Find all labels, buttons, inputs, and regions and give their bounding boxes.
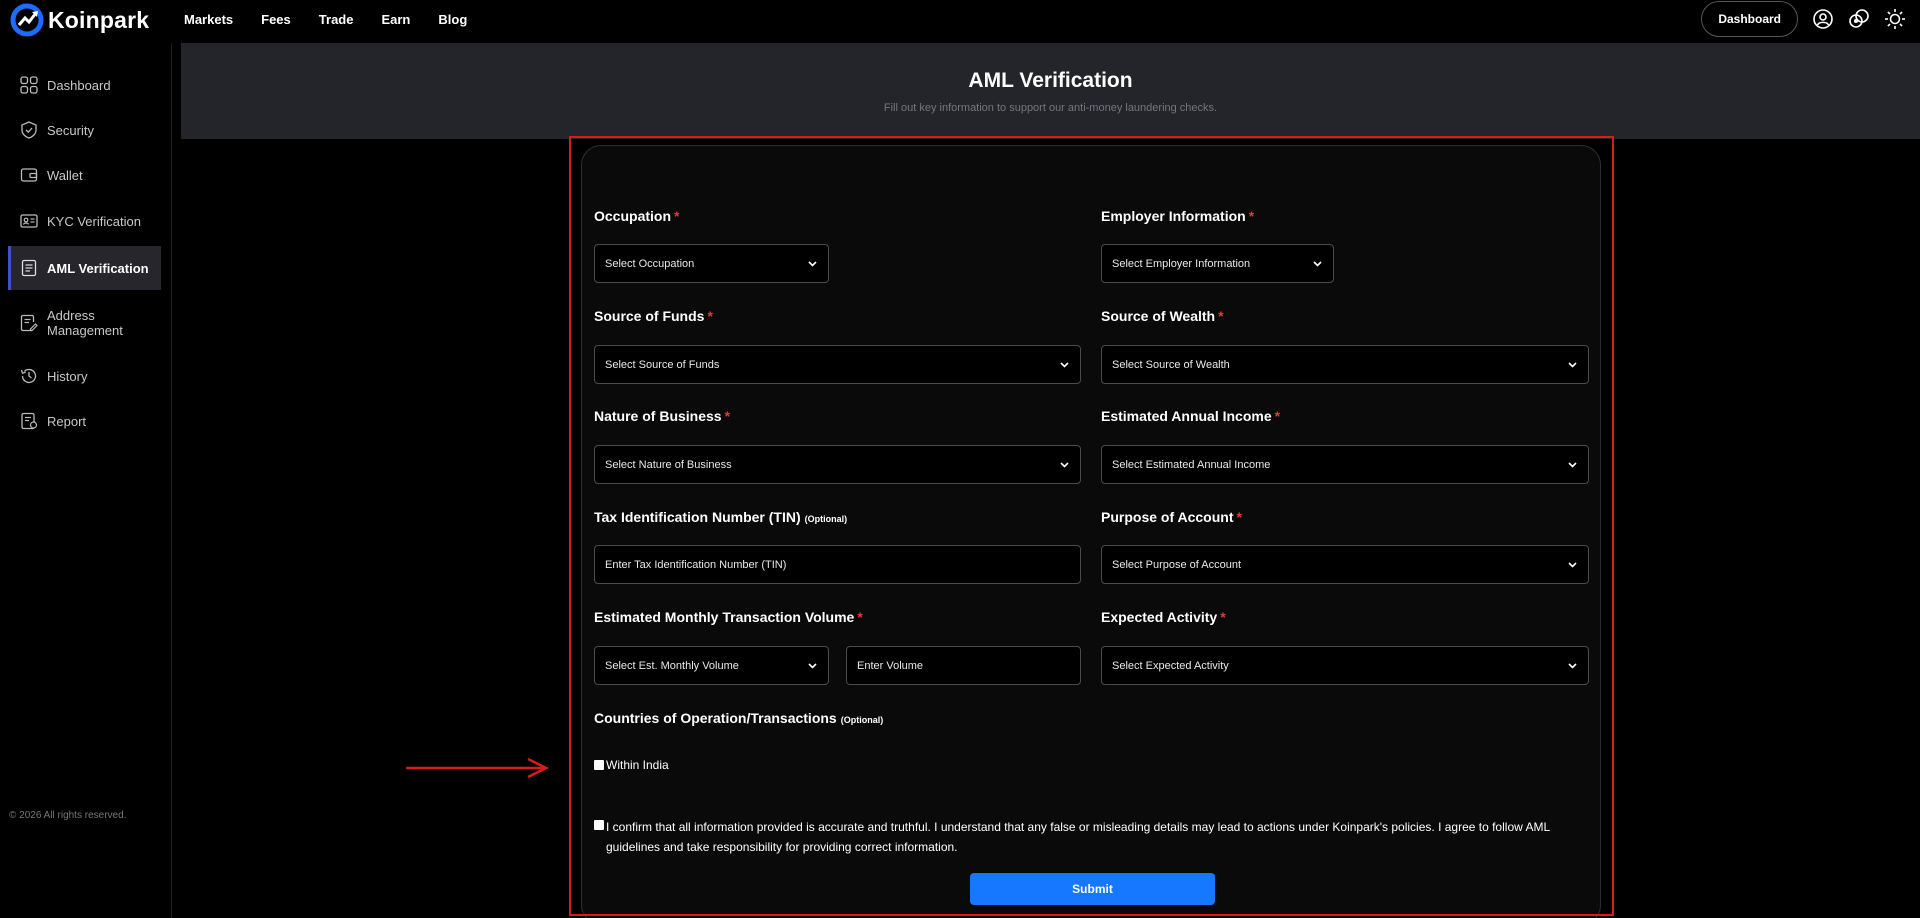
sidebar-item-label: Address Management [47, 308, 123, 338]
copyright-text: © 2026 All rights reserved. [9, 810, 127, 821]
sidebar-item-label: KYC Verification [47, 213, 141, 229]
koinpark-logo-icon [10, 3, 44, 37]
report-icon [21, 412, 38, 430]
sun-icon[interactable] [1884, 8, 1906, 30]
page-subtitle: Fill out key information to support our … [883, 102, 1218, 114]
user-icon[interactable] [1812, 8, 1834, 30]
document-icon [21, 259, 37, 277]
brand-name: Koinpark [48, 6, 150, 33]
edit-note-icon [20, 314, 38, 332]
sidebar-item-aml-verification[interactable]: AML Verification [8, 246, 161, 290]
sidebar-item-label: AML Verification [47, 260, 149, 276]
top-navbar: Koinpark Markets Fees Trade Earn Blog Da… [0, 0, 1920, 43]
wallet-coins-icon[interactable] [1848, 8, 1870, 30]
sidebar-item-address-management[interactable]: Address Management [8, 301, 161, 345]
nav-blog[interactable]: Blog [438, 12, 467, 27]
sidebar-item-security[interactable]: Security [8, 116, 161, 144]
wallet-icon [20, 168, 38, 182]
nav-markets[interactable]: Markets [184, 12, 233, 27]
main-nav: Markets Fees Trade Earn Blog [184, 12, 495, 27]
highlight-box [569, 136, 1614, 916]
sidebar-item-history[interactable]: History [8, 362, 161, 390]
nav-fees[interactable]: Fees [261, 12, 291, 27]
id-card-icon [20, 214, 38, 228]
nav-trade[interactable]: Trade [319, 12, 354, 27]
sidebar-item-label: Dashboard [47, 77, 111, 93]
shield-icon [21, 121, 37, 139]
history-icon [20, 368, 37, 384]
annotation-arrow-icon [406, 757, 549, 779]
top-right-controls: Dashboard [1701, 1, 1906, 37]
sidebar-item-label: History [47, 368, 88, 384]
sidebar-item-report[interactable]: Report [8, 407, 161, 435]
sidebar-item-kyc-verification[interactable]: KYC Verification [8, 207, 161, 235]
sidebar-item-label: Wallet [47, 167, 83, 183]
page-header: AML Verification Fill out key informatio… [181, 43, 1920, 139]
sidebar-item-dashboard[interactable]: Dashboard [8, 71, 161, 99]
dashboard-button[interactable]: Dashboard [1701, 1, 1798, 37]
nav-earn[interactable]: Earn [381, 12, 410, 27]
sidebar: Dashboard Security Wallet KYC Verificati… [0, 43, 172, 918]
sidebar-item-wallet[interactable]: Wallet [8, 161, 161, 189]
grid-icon [20, 76, 38, 94]
page-title: AML Verification [968, 69, 1133, 92]
sidebar-item-label: Report [47, 413, 87, 429]
brand-logo[interactable]: Koinpark [10, 3, 149, 37]
sidebar-item-label: Security [47, 122, 94, 138]
